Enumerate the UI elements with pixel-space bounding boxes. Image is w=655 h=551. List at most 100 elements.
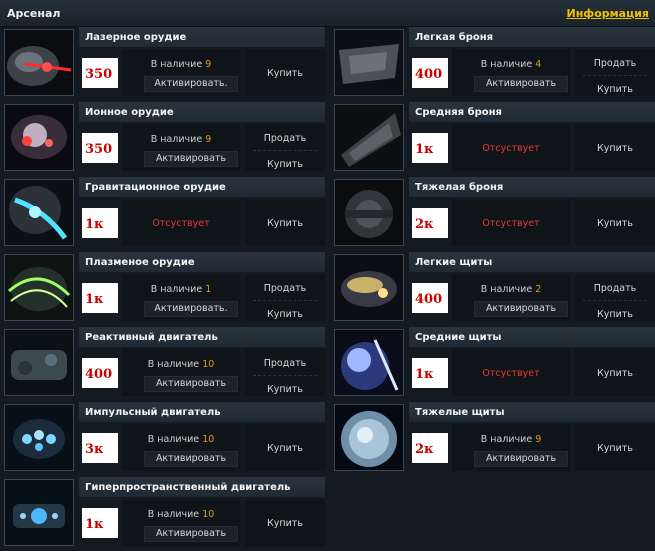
- item-name-bar: Импульсный двигатель: [79, 402, 325, 422]
- item-heavy-armor: Тяжелая броня 2к Отсуствует Купить: [330, 176, 655, 247]
- laser-weapon-image: [4, 29, 74, 96]
- sell-button[interactable]: Продать: [245, 358, 325, 369]
- buy-button[interactable]: Купить: [575, 443, 655, 454]
- hyperspace-engine-image: [4, 479, 74, 546]
- activate-button[interactable]: Активировать: [474, 451, 568, 467]
- stock-panel: Отсуствует: [452, 199, 570, 246]
- price-tag: 2к: [412, 433, 448, 463]
- sell-button[interactable]: Продать: [245, 283, 325, 294]
- action-panel: Продать Купить: [245, 124, 325, 171]
- divider: [253, 300, 317, 301]
- stock-panel: В наличие 10 Активировать: [122, 424, 240, 471]
- item-name: Лазерное орудие: [85, 32, 187, 43]
- in-stock-label: В наличие: [147, 434, 200, 445]
- activate-button[interactable]: Активировать: [144, 451, 238, 467]
- absent-status: Отсуствует: [482, 143, 540, 154]
- price-value: 1к: [415, 367, 434, 382]
- absent-status: Отсуствует: [482, 368, 540, 379]
- item-name: Легкая броня: [415, 32, 494, 43]
- stock-text: В наличие 9: [452, 434, 570, 445]
- price-value: 400: [85, 367, 113, 382]
- in-stock-label: В наличие: [147, 509, 200, 520]
- medium-shields-image: [334, 329, 404, 396]
- gravity-weapon-image: [4, 179, 74, 246]
- absent-status: Отсуствует: [482, 218, 540, 229]
- activate-button[interactable]: Активировать: [144, 526, 238, 542]
- stock-panel: В наличие 1 Активировать.: [122, 274, 240, 321]
- heavy-armor-image: [334, 179, 404, 246]
- stock-panel: В наличие 9 Активировать.: [122, 49, 240, 96]
- stock-count: 10: [202, 434, 215, 445]
- price-tag: 2к: [412, 208, 448, 238]
- medium-armor-image: [334, 104, 404, 171]
- item-name: Импульсный двигатель: [85, 407, 221, 418]
- price-tag: 3к: [82, 433, 118, 463]
- sell-button[interactable]: Продать: [245, 133, 325, 144]
- in-stock-label: В наличие: [150, 134, 203, 145]
- price-value: 3к: [85, 442, 104, 457]
- buy-button[interactable]: Купить: [575, 309, 655, 320]
- buy-button[interactable]: Купить: [575, 143, 655, 154]
- activate-button[interactable]: Активировать.: [144, 301, 238, 317]
- divider: [583, 75, 647, 76]
- in-stock-label: В наличие: [150, 284, 203, 295]
- activate-button[interactable]: Активировать: [144, 151, 238, 167]
- stock-text: В наличие 2: [452, 284, 570, 295]
- light-shields-image: [334, 254, 404, 321]
- item-medium-shields: Средние щиты 1к Отсуствует Купить: [330, 326, 655, 397]
- item-name-bar: Гравитационное орудие: [79, 177, 325, 197]
- sell-button[interactable]: Продать: [575, 58, 655, 69]
- price-tag: 400: [412, 283, 448, 313]
- action-panel: Купить: [575, 199, 655, 246]
- divider: [583, 300, 647, 301]
- stock-text: В наличие 10: [122, 509, 240, 520]
- price-tag: 350: [82, 133, 118, 163]
- activate-button[interactable]: Активировать: [474, 76, 568, 92]
- price-tag: 1к: [82, 208, 118, 238]
- activate-button[interactable]: Активировать.: [144, 76, 238, 92]
- arsenal-title: Арсенал: [7, 7, 61, 20]
- price-value: 400: [415, 292, 443, 307]
- price-tag: 1к: [82, 508, 118, 538]
- buy-button[interactable]: Купить: [245, 159, 325, 170]
- item-name-bar: Плазменое орудие: [79, 252, 325, 272]
- price-tag: 1к: [412, 358, 448, 388]
- item-medium-armor: Средняя броня 1к Отсуствует Купить: [330, 101, 655, 172]
- info-link[interactable]: Информация: [567, 7, 650, 20]
- stock-panel: В наличие 9 Активировать: [452, 424, 570, 471]
- sell-button[interactable]: Продать: [575, 283, 655, 294]
- item-name: Гравитационное орудие: [85, 182, 226, 193]
- buy-button[interactable]: Купить: [245, 443, 325, 454]
- item-name-bar: Легкие щиты: [409, 252, 655, 272]
- price-tag: 1к: [82, 283, 118, 313]
- price-value: 350: [85, 142, 113, 157]
- activate-button[interactable]: Активировать: [144, 376, 238, 392]
- in-stock-label: В наличие: [480, 59, 533, 70]
- item-name-bar: Легкая броня: [409, 27, 655, 47]
- buy-button[interactable]: Купить: [575, 84, 655, 95]
- item-name: Гиперпространственный двигатель: [85, 482, 291, 493]
- buy-button[interactable]: Купить: [245, 309, 325, 320]
- buy-button[interactable]: Купить: [245, 68, 325, 79]
- item-plasma-weapon: Плазменое орудие 1к В наличие 1 Активиро…: [0, 251, 325, 322]
- stock-panel: В наличие 2 Активировать: [452, 274, 570, 321]
- buy-button[interactable]: Купить: [245, 218, 325, 229]
- item-gravity-weapon: Гравитационное орудие 1к Отсуствует Купи…: [0, 176, 325, 247]
- buy-button[interactable]: Купить: [575, 368, 655, 379]
- item-ion-weapon: Ионное орудие 350 В наличие 9 Активирова…: [0, 101, 325, 172]
- item-name: Средние щиты: [415, 332, 502, 343]
- in-stock-label: В наличие: [480, 284, 533, 295]
- action-panel: Продать Купить: [245, 274, 325, 321]
- action-panel: Купить: [245, 499, 325, 546]
- stock-text: В наличие 4: [452, 59, 570, 70]
- arsenal-panel: Арсенал Информация Лазерное орудие 350 В…: [0, 0, 655, 551]
- buy-button[interactable]: Купить: [245, 518, 325, 529]
- buy-button[interactable]: Купить: [245, 384, 325, 395]
- stock-count: 10: [202, 359, 215, 370]
- activate-button[interactable]: Активировать: [474, 301, 568, 317]
- in-stock-label: В наличие: [147, 359, 200, 370]
- item-name: Плазменое орудие: [85, 257, 195, 268]
- item-name: Реактивный двигатель: [85, 332, 218, 343]
- buy-button[interactable]: Купить: [575, 218, 655, 229]
- jet-engine-image: [4, 329, 74, 396]
